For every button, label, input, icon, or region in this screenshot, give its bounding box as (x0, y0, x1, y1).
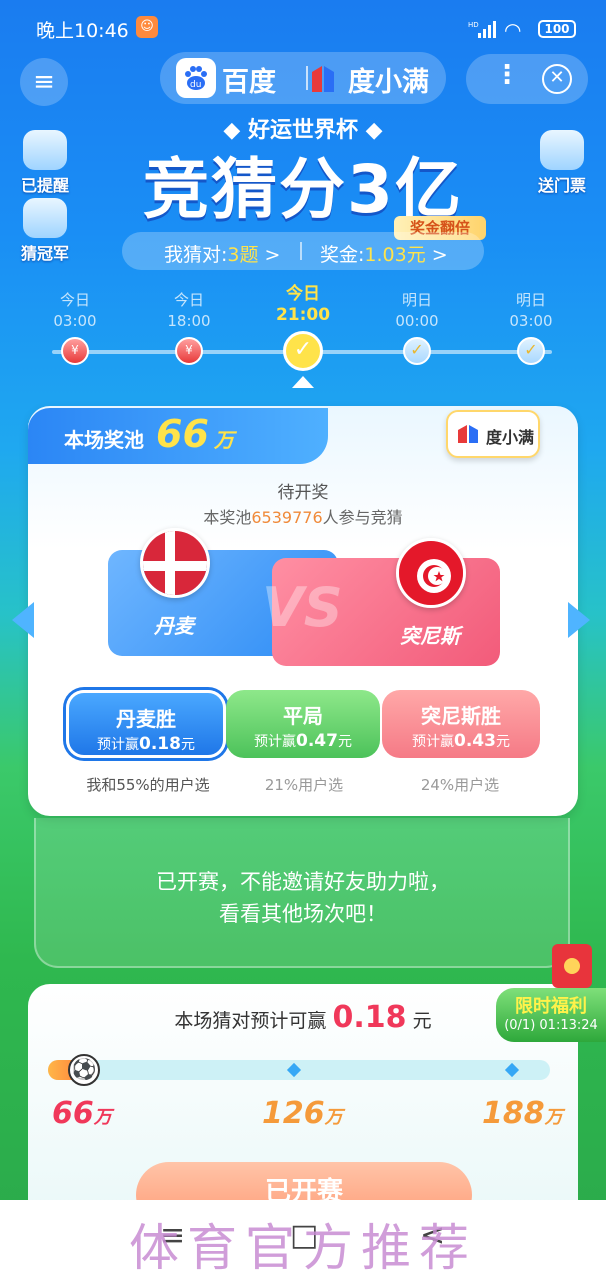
check-icon: ✓ (517, 337, 545, 365)
reminded-label: 已提醒 (20, 176, 69, 195)
question-trophy-icon (23, 198, 67, 238)
brand-pill: du 百度 度小满 (160, 52, 446, 104)
stats-divider (300, 242, 302, 260)
participants-text: 本奖池6539776人参与竞猜 (203, 508, 403, 527)
dxm-logo-icon (312, 66, 334, 92)
timeline-item-active[interactable]: 今日 21:00 (263, 284, 343, 326)
prize-pool-value: 66 (156, 412, 209, 456)
reminded-button[interactable]: 已提醒 (14, 130, 76, 196)
next-match-arrow[interactable] (568, 602, 590, 638)
timeline-item[interactable]: 今日 18:00 (149, 290, 229, 332)
expected-win-text: 本场猜对预计可赢 0.18 元 (174, 1000, 432, 1035)
redpacket-icon: ¥ (175, 337, 203, 365)
option-note: 24%用户选 (420, 776, 500, 794)
tunisia-flag-icon (396, 538, 466, 608)
close-icon[interactable]: ✕ (542, 64, 572, 94)
user-stats-bar: 我猜对:3题 > 奖金:1.03元 > (122, 232, 484, 270)
prev-match-arrow[interactable] (12, 602, 34, 638)
svg-text:HD: HD (468, 21, 479, 29)
option-note: 我和55%的用户选 (86, 776, 210, 794)
tier-value: 188万 (482, 1096, 563, 1131)
app-notification-icon: ☺ (136, 16, 158, 38)
hero-title: 竞猜分3亿 (143, 151, 463, 228)
option-note: 21%用户选 (264, 776, 344, 794)
option-denmark-win[interactable]: 丹麦胜 预计赢0.18元 (66, 690, 226, 758)
tier-value: 126万 (262, 1096, 343, 1131)
timeline-item[interactable]: 明日 03:00 (491, 290, 571, 332)
menu-button[interactable]: ≡ (20, 58, 68, 106)
ticket-icon (540, 130, 584, 170)
timeline-pointer (292, 376, 314, 388)
dxm-sponsor-tag: 度小满 (446, 410, 540, 458)
more-icon[interactable]: ⋮ (494, 60, 520, 90)
send-tickets-label: 送门票 (537, 176, 586, 195)
status-time: 晚上10:46 (36, 20, 129, 42)
correct-count[interactable]: 我猜对:3题 > (164, 240, 280, 267)
option-draw[interactable]: 平局 预计赢0.47元 (226, 690, 380, 758)
timeline-item[interactable]: 明日 00:00 (377, 290, 457, 332)
option-tunisia-win[interactable]: 突尼斯胜 预计赢0.43元 (382, 690, 540, 758)
chevron-right-icon: > (264, 244, 281, 266)
baidu-logo-icon: du (176, 58, 216, 98)
battery-icon: 100 (538, 20, 576, 38)
guess-champion-label: 猜冠军 (20, 244, 69, 263)
baidu-brand-text: 百度 (222, 67, 276, 98)
bonus-amount[interactable]: 奖金:1.03元 > (320, 240, 448, 267)
red-packet-icon[interactable] (552, 944, 592, 988)
send-tickets-button[interactable]: 送门票 (530, 130, 594, 196)
football-icon: ⚽ (68, 1054, 100, 1086)
redpacket-icon: ¥ (61, 337, 89, 365)
denmark-flag-icon (140, 528, 210, 598)
dxm-brand-text: 度小满 (348, 67, 429, 98)
chevron-right-icon: > (431, 244, 448, 266)
tier-value: 66万 (52, 1096, 112, 1131)
guess-champion-button[interactable]: 猜冠军 (14, 198, 76, 264)
signal-icon: HD (468, 21, 496, 38)
dxm-logo-icon (458, 425, 478, 443)
watermark-text: 体育官方推荐 (129, 1219, 477, 1277)
svg-text:du: du (190, 80, 201, 90)
prize-pool-tab: 本场奖池 66 万 (28, 408, 328, 464)
team-right-name: 突尼斯 (400, 624, 460, 648)
match-status: 待开奖 (277, 483, 329, 503)
match-started-notice: 已开赛，不能邀请好友助力啦， 看看其他场次吧！ (156, 870, 450, 926)
timeline-item[interactable]: 今日 03:00 (35, 290, 115, 332)
shield-check-icon (23, 130, 67, 170)
check-icon: ✓ (403, 337, 431, 365)
vs-mark: VS (262, 576, 343, 639)
mini-program-capsule: ⋮ ✕ (466, 54, 588, 104)
check-icon: ✓ (283, 331, 323, 371)
wifi-icon: ◠ (504, 18, 522, 42)
status-bar: 晚上10:46 ☺ HD ◠ 100 (0, 0, 606, 56)
team-left-name: 丹麦 (154, 614, 194, 638)
